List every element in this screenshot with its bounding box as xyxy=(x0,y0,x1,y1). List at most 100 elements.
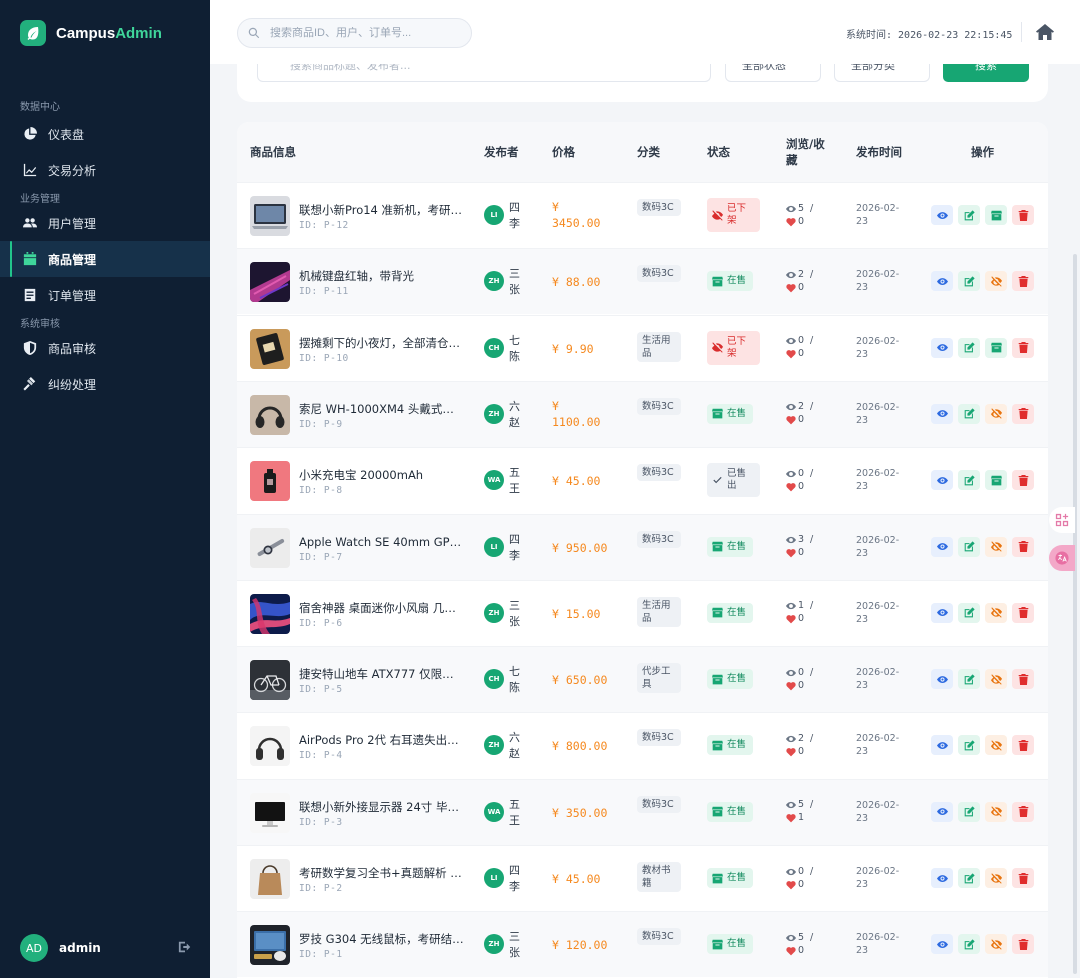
product-title[interactable]: 摆摊剩下的小夜灯，全部清仓处理 xyxy=(299,335,464,351)
product-thumbnail[interactable] xyxy=(250,660,290,701)
sidebar-item-products[interactable]: 商品管理 xyxy=(0,241,210,277)
gavel-icon xyxy=(22,376,38,392)
take-down-button[interactable] xyxy=(985,801,1007,822)
delete-button[interactable] xyxy=(1012,801,1034,822)
edit-button[interactable] xyxy=(958,337,980,358)
home-icon[interactable] xyxy=(1036,24,1054,44)
product-thumbnail[interactable] xyxy=(250,461,290,502)
product-thumbnail[interactable] xyxy=(250,527,290,568)
product-title[interactable]: AirPods Pro 2代 右耳遗失出左耳 xyxy=(299,732,464,748)
delete-button[interactable] xyxy=(1012,669,1034,690)
take-down-button[interactable] xyxy=(985,735,1007,756)
relist-button[interactable] xyxy=(985,337,1007,358)
product-thumbnail[interactable] xyxy=(250,394,290,435)
edit-button[interactable] xyxy=(958,403,980,424)
publish-time: 2026-02-23 xyxy=(856,401,900,426)
product-title[interactable]: 小米充电宝 20000mAh xyxy=(299,467,464,483)
edit-button[interactable] xyxy=(958,934,980,955)
delete-button[interactable] xyxy=(1012,868,1034,888)
view-button[interactable] xyxy=(931,934,953,955)
category-filter-select[interactable]: 全部分类 xyxy=(834,64,930,82)
edit-button[interactable] xyxy=(958,205,980,225)
filter-search-button[interactable]: 搜索 xyxy=(943,64,1029,82)
avatar[interactable]: AD xyxy=(20,934,48,962)
edit-button[interactable] xyxy=(958,536,980,557)
delete-button[interactable] xyxy=(1012,934,1034,955)
edit-icon xyxy=(964,475,975,486)
delete-button[interactable] xyxy=(1012,271,1034,292)
take-down-button[interactable] xyxy=(985,271,1007,292)
sidebar-item-disputes[interactable]: 纠纷处理 xyxy=(0,366,210,402)
edit-button[interactable] xyxy=(958,602,980,623)
view-button[interactable] xyxy=(931,205,953,225)
brand[interactable]: CampusAdmin xyxy=(0,0,210,66)
status-badge: 已下架 xyxy=(707,330,760,365)
product-thumbnail[interactable] xyxy=(250,859,290,899)
edit-icon xyxy=(964,872,975,884)
delete-button[interactable] xyxy=(1012,403,1034,424)
view-button[interactable] xyxy=(931,735,953,756)
product-thumbnail[interactable] xyxy=(250,925,290,966)
scrollbar[interactable] xyxy=(1073,254,1077,974)
edit-button[interactable] xyxy=(958,735,980,756)
sidebar-item-product-review[interactable]: 商品审核 xyxy=(0,330,210,366)
take-down-button[interactable] xyxy=(985,669,1007,690)
product-title[interactable]: 宿舍神器 桌面迷你小风扇 几乎全新 xyxy=(299,600,464,616)
delete-button[interactable] xyxy=(1012,470,1034,491)
view-button[interactable] xyxy=(931,403,953,424)
edit-button[interactable] xyxy=(958,470,980,491)
relist-button[interactable] xyxy=(985,470,1007,491)
relist-button[interactable] xyxy=(985,205,1007,225)
product-title[interactable]: 考研数学复习全书+真题解析 全套 xyxy=(299,865,464,881)
product-title[interactable]: 联想小新Pro14 准新机，考研党出 xyxy=(299,202,464,218)
filter-search-input[interactable]: 搜索商品标题、发布者... xyxy=(257,64,711,82)
edit-button[interactable] xyxy=(958,271,980,292)
view-button[interactable] xyxy=(931,602,953,623)
product-thumbnail[interactable] xyxy=(250,328,290,369)
take-down-button[interactable] xyxy=(985,934,1007,955)
view-button[interactable] xyxy=(931,470,953,491)
take-down-button[interactable] xyxy=(985,868,1007,888)
logout-icon[interactable] xyxy=(178,939,192,958)
global-search-input[interactable] xyxy=(270,27,460,39)
global-search[interactable] xyxy=(237,18,472,48)
category-tag: 数码3C xyxy=(637,795,681,813)
status-filter-select[interactable]: 全部状态 xyxy=(725,64,821,82)
status-badge: 在售 xyxy=(707,801,754,822)
product-title[interactable]: Apple Watch SE 40mm GPS版 xyxy=(299,534,464,550)
sidebar-item-orders[interactable]: 订单管理 xyxy=(0,277,210,313)
sidebar-item-dashboard[interactable]: 仪表盘 xyxy=(0,116,210,152)
view-button[interactable] xyxy=(931,536,953,557)
product-thumbnail[interactable] xyxy=(250,726,290,767)
apps-add-icon[interactable] xyxy=(1049,507,1075,533)
sidebar-item-users[interactable]: 用户管理 xyxy=(0,205,210,241)
product-thumbnail[interactable] xyxy=(250,196,290,236)
product-title[interactable]: 联想小新外接显示器 24寸 毕业甩卖 xyxy=(299,799,464,815)
take-down-button[interactable] xyxy=(985,536,1007,557)
product-title[interactable]: 索尼 WH-1000XM4 头戴式降噪耳机 xyxy=(299,401,464,417)
status-badge: 在售 xyxy=(707,669,754,690)
product-thumbnail[interactable] xyxy=(250,262,290,303)
view-button[interactable] xyxy=(931,669,953,690)
edit-button[interactable] xyxy=(958,801,980,822)
delete-button[interactable] xyxy=(1012,205,1034,225)
take-down-button[interactable] xyxy=(985,602,1007,623)
take-down-button[interactable] xyxy=(985,403,1007,424)
delete-button[interactable] xyxy=(1012,602,1034,623)
product-thumbnail[interactable] xyxy=(250,792,290,833)
view-button[interactable] xyxy=(931,271,953,292)
view-button[interactable] xyxy=(931,868,953,888)
product-title[interactable]: 机械键盘红轴，带背光 xyxy=(299,268,464,284)
view-button[interactable] xyxy=(931,801,953,822)
translate-icon[interactable] xyxy=(1049,545,1075,571)
view-button[interactable] xyxy=(931,337,953,358)
product-thumbnail[interactable] xyxy=(250,593,290,634)
product-title[interactable]: 捷安特山地车 ATX777 仅限校内自提 xyxy=(299,666,464,682)
product-title[interactable]: 罗技 G304 无线鼠标，考研结束出 xyxy=(299,931,464,947)
delete-button[interactable] xyxy=(1012,536,1034,557)
sidebar-item-trade-analysis[interactable]: 交易分析 xyxy=(0,152,210,188)
delete-button[interactable] xyxy=(1012,337,1034,358)
edit-button[interactable] xyxy=(958,669,980,690)
delete-button[interactable] xyxy=(1012,735,1034,756)
edit-button[interactable] xyxy=(958,868,980,888)
